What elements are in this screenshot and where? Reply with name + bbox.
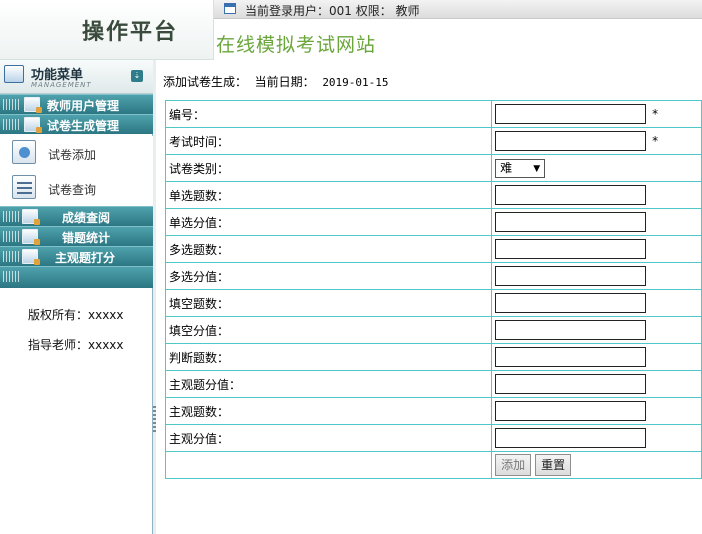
- grip-icon: [3, 271, 19, 282]
- sidebar-item-score-review[interactable]: 成绩查阅: [0, 206, 153, 226]
- single-choice-score-input[interactable]: [495, 212, 647, 232]
- field-label-multi-score: 多选分值：: [164, 262, 493, 290]
- single-choice-count-input[interactable]: [495, 185, 647, 205]
- form-row: 填空题数：: [164, 289, 702, 317]
- grip-icon: [3, 119, 19, 130]
- grip-icon: [3, 251, 19, 262]
- field-label-subjective-count: 主观题数：: [164, 397, 493, 425]
- subjective-question-score-input[interactable]: [495, 374, 647, 394]
- field-label-single-count: 单选题数：: [164, 181, 493, 209]
- sidebar-subitem-query-paper[interactable]: 试卷查询: [0, 171, 153, 207]
- required-mark: *: [652, 107, 659, 121]
- sidebar-item-label: 错题统计: [62, 231, 111, 245]
- logo-tab: 操作平台: [0, 0, 214, 60]
- sidebar-item-subjective-grading[interactable]: 主观题打分: [0, 246, 153, 266]
- field-label-fill-score: 填空分值：: [164, 316, 493, 344]
- reset-button[interactable]: 重置: [535, 454, 572, 476]
- sidebar-subitem-add-paper[interactable]: 试卷添加: [0, 136, 153, 172]
- field-label-single-score: 单选分值：: [164, 208, 493, 236]
- breadcrumb-title: 添加试卷生成：: [163, 75, 248, 89]
- main-content: 添加试卷生成： 当前日期： 2019-01-15 编号： * 考试时间： * 试…: [157, 60, 702, 534]
- dropdown-arrow-icon: ▼: [533, 163, 541, 174]
- menu-subtitle: MANAGEMENT: [31, 81, 92, 89]
- form-row: 主观分值：: [164, 424, 702, 452]
- form-row: 编号： *: [164, 100, 702, 128]
- grip-icon: [3, 231, 19, 242]
- subjective-count-input[interactable]: [495, 401, 647, 421]
- current-user-info: 当前登录用户：001 权限： 教师: [245, 4, 420, 18]
- sidebar-footer-bar: [0, 266, 153, 288]
- sidebar-subitem-label: 试卷查询: [48, 183, 97, 197]
- form-row: 判断题数：: [164, 343, 702, 371]
- field-label-judge-count: 判断题数：: [164, 343, 493, 371]
- sidebar-subitem-label: 试卷添加: [48, 148, 97, 162]
- sidebar-splitter[interactable]: [153, 60, 156, 534]
- form-row: 主观题分值：: [164, 370, 702, 398]
- user-card-icon: [12, 140, 36, 164]
- field-label-paper-type: 试卷类别：: [164, 154, 493, 182]
- folder-icon: [24, 117, 42, 133]
- form-row: 多选分值：: [164, 262, 702, 290]
- logo-title: 操作平台: [82, 19, 179, 45]
- sidebar-item-label: 试卷生成管理: [47, 119, 120, 133]
- form-row: 试卷类别： 难 ▼: [164, 154, 702, 182]
- field-label-subjective-question-score: 主观题分值：: [164, 370, 493, 398]
- advisor-text: 指导老师：xxxxx: [28, 338, 124, 352]
- grip-icon: [3, 211, 19, 222]
- form-row: 单选题数：: [164, 181, 702, 209]
- multi-choice-count-input[interactable]: [495, 239, 647, 259]
- sidebar-item-label: 教师用户管理: [47, 99, 120, 113]
- sidebar-item-error-stats[interactable]: 错题统计: [0, 226, 153, 246]
- folder-icon: [22, 249, 40, 265]
- form-row: 填空分值：: [164, 316, 702, 344]
- collapse-menu-icon[interactable]: ⇣: [131, 70, 143, 82]
- field-label-exam-time: 考试时间：: [164, 127, 493, 155]
- site-title: 在线模拟考试网站: [216, 34, 377, 56]
- empty-cell: [164, 451, 493, 479]
- form-row: 单选分值：: [164, 208, 702, 236]
- breadcrumb: 添加试卷生成： 当前日期： 2019-01-15: [163, 73, 389, 90]
- copyright-text: 版权所有：xxxxx: [28, 308, 124, 322]
- form-actions-row: 添加 重置: [164, 451, 702, 479]
- menu-icon: [4, 65, 24, 83]
- form-row: 考试时间： *: [164, 127, 702, 155]
- form-row: 多选题数：: [164, 235, 702, 263]
- sidebar-item-teacher-users[interactable]: 教师用户管理: [0, 94, 153, 114]
- sidebar: 功能菜单 MANAGEMENT ⇣ 教师用户管理 试卷生成管理 试卷添加 试卷查…: [0, 60, 153, 534]
- folder-icon: [22, 209, 40, 225]
- fill-blank-count-input[interactable]: [495, 293, 647, 313]
- top-status-bar: 当前登录用户：001 权限： 教师: [214, 0, 702, 19]
- document-list-icon: [12, 175, 36, 199]
- field-label-id: 编号：: [164, 100, 493, 128]
- add-button[interactable]: 添加: [495, 454, 532, 476]
- field-label-fill-count: 填空题数：: [164, 289, 493, 317]
- required-mark: *: [652, 134, 659, 148]
- sidebar-item-label: 成绩查阅: [62, 211, 111, 225]
- folder-icon: [22, 229, 40, 245]
- subjective-score-input[interactable]: [495, 428, 647, 448]
- multi-choice-score-input[interactable]: [495, 266, 647, 286]
- add-paper-form: 编号： * 考试时间： * 试卷类别： 难 ▼ 单选题数： 单选分值： 多选题数：…: [164, 100, 702, 479]
- form-row: 主观题数：: [164, 397, 702, 425]
- menu-header: 功能菜单 MANAGEMENT ⇣: [0, 60, 153, 94]
- id-input[interactable]: [495, 104, 647, 124]
- folder-icon: [24, 97, 42, 113]
- header: 操作平台 当前登录用户：001 权限： 教师 在线模拟考试网站: [0, 0, 702, 60]
- window-icon: [224, 3, 236, 14]
- current-date: 2019-01-15: [322, 76, 389, 89]
- sidebar-item-label: 主观题打分: [55, 251, 116, 265]
- sidebar-item-paper-generation[interactable]: 试卷生成管理: [0, 114, 153, 134]
- paper-type-select[interactable]: 难 ▼: [495, 158, 546, 178]
- field-label-subjective-score: 主观分值：: [164, 424, 493, 452]
- true-false-count-input[interactable]: [495, 347, 647, 367]
- field-label-multi-count: 多选题数：: [164, 235, 493, 263]
- splitter-grip-icon[interactable]: [153, 406, 156, 434]
- date-label: 当前日期：: [254, 75, 315, 89]
- grip-icon: [3, 99, 19, 110]
- exam-time-input[interactable]: [495, 131, 647, 151]
- paper-type-selected-value: 难: [500, 160, 513, 175]
- fill-blank-score-input[interactable]: [495, 320, 647, 340]
